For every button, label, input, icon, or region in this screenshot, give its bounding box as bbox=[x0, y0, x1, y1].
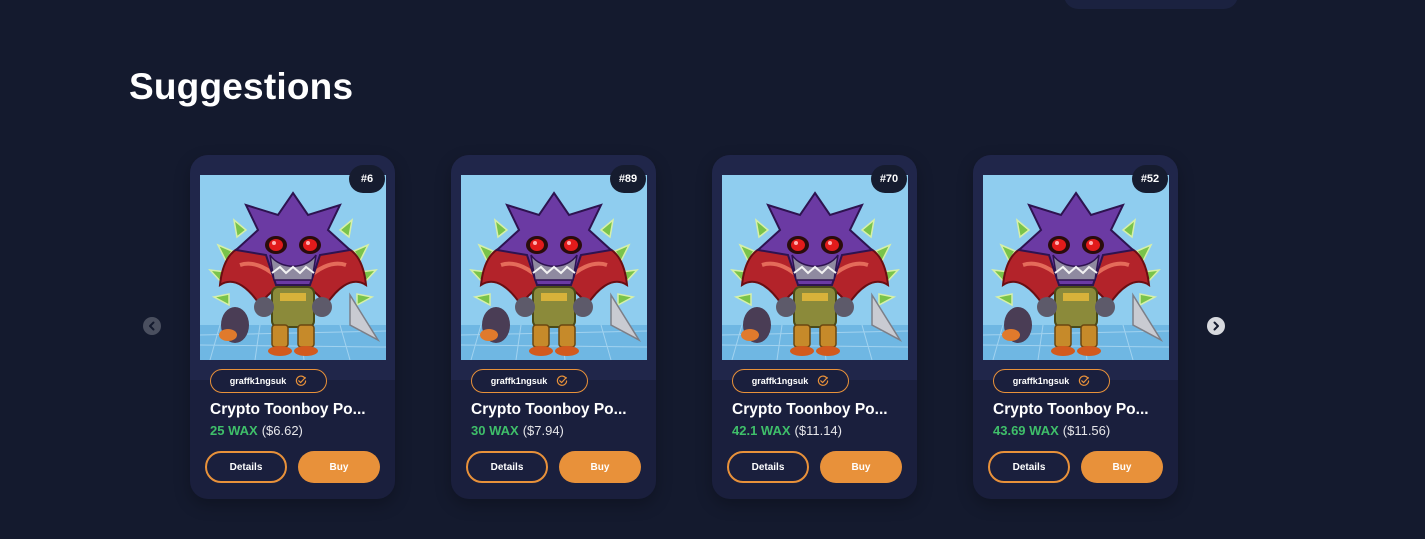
top-panel-edge bbox=[1064, 0, 1238, 9]
mint-number-badge: #52 bbox=[1132, 165, 1168, 193]
carousel-prev-button[interactable] bbox=[143, 317, 161, 335]
nft-image[interactable] bbox=[461, 175, 647, 360]
creator-link[interactable]: graffk1ngsuk bbox=[993, 369, 1110, 393]
details-button[interactable]: Details bbox=[466, 451, 548, 483]
nft-card[interactable]: #89 graffk1ngsuk Crypto Toonboy Po... 30… bbox=[451, 155, 656, 499]
mint-number-badge: #70 bbox=[871, 165, 907, 193]
price: 30 WAX ($7.94) bbox=[471, 423, 564, 438]
nft-card[interactable]: #52 graffk1ngsuk Crypto Toonboy Po... 43… bbox=[973, 155, 1178, 499]
nft-name: Crypto Toonboy Po... bbox=[471, 401, 627, 418]
mint-number-badge: #6 bbox=[349, 165, 385, 193]
character-artwork bbox=[983, 175, 1169, 360]
nft-image[interactable] bbox=[200, 175, 386, 360]
details-button[interactable]: Details bbox=[205, 451, 287, 483]
creator-link[interactable]: graffk1ngsuk bbox=[732, 369, 849, 393]
character-artwork bbox=[722, 175, 908, 360]
nft-image[interactable] bbox=[722, 175, 908, 360]
nft-image[interactable] bbox=[983, 175, 1169, 360]
nft-card[interactable]: #6 graffk1ngsuk Crypto Toonboy Po... 25 … bbox=[190, 155, 395, 499]
price: 43.69 WAX ($11.56) bbox=[993, 423, 1110, 438]
nft-name: Crypto Toonboy Po... bbox=[732, 401, 888, 418]
price: 42.1 WAX ($11.14) bbox=[732, 423, 842, 438]
section-title: Suggestions bbox=[129, 66, 354, 107]
creator-link[interactable]: graffk1ngsuk bbox=[210, 369, 327, 393]
price-wax: 30 WAX bbox=[471, 423, 519, 438]
creator-name: graffk1ngsuk bbox=[751, 376, 809, 386]
mint-number-badge: #89 bbox=[610, 165, 646, 193]
price: 25 WAX ($6.62) bbox=[210, 423, 303, 438]
price-wax: 25 WAX bbox=[210, 423, 258, 438]
verified-icon bbox=[296, 375, 307, 386]
buy-button[interactable]: Buy bbox=[820, 451, 902, 483]
price-wax: 42.1 WAX bbox=[732, 423, 791, 438]
chevron-left-icon bbox=[149, 321, 155, 331]
price-usd: ($11.56) bbox=[1062, 423, 1111, 438]
creator-name: graffk1ngsuk bbox=[490, 376, 548, 386]
verified-icon bbox=[557, 375, 568, 386]
carousel-next-button[interactable] bbox=[1207, 317, 1225, 335]
nft-name: Crypto Toonboy Po... bbox=[993, 401, 1149, 418]
verified-icon bbox=[1079, 375, 1090, 386]
price-usd: ($11.14) bbox=[794, 423, 842, 438]
details-button[interactable]: Details bbox=[727, 451, 809, 483]
price-wax: 43.69 WAX bbox=[993, 423, 1059, 438]
buy-button[interactable]: Buy bbox=[1081, 451, 1163, 483]
character-artwork bbox=[461, 175, 647, 360]
character-artwork bbox=[200, 175, 386, 360]
chevron-right-icon bbox=[1213, 321, 1219, 331]
buy-button[interactable]: Buy bbox=[298, 451, 380, 483]
verified-icon bbox=[818, 375, 829, 386]
buy-button[interactable]: Buy bbox=[559, 451, 641, 483]
price-usd: ($7.94) bbox=[522, 423, 564, 438]
nft-name: Crypto Toonboy Po... bbox=[210, 401, 366, 418]
price-usd: ($6.62) bbox=[261, 423, 303, 438]
creator-name: graffk1ngsuk bbox=[1012, 376, 1070, 386]
creator-name: graffk1ngsuk bbox=[229, 376, 287, 386]
nft-card[interactable]: #70 graffk1ngsuk Crypto Toonboy Po... 42… bbox=[712, 155, 917, 499]
details-button[interactable]: Details bbox=[988, 451, 1070, 483]
creator-link[interactable]: graffk1ngsuk bbox=[471, 369, 588, 393]
